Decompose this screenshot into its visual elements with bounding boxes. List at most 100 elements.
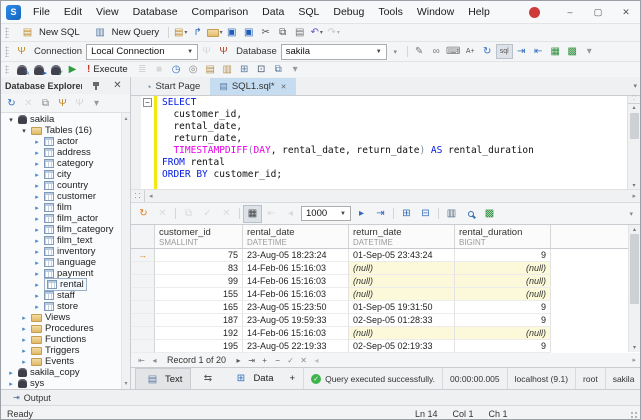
post-edit-icon[interactable]: ✓ — [284, 354, 297, 367]
scroll-left-icon[interactable]: ◂ — [310, 354, 323, 367]
delete-record-icon[interactable]: − — [271, 354, 284, 367]
row-header[interactable] — [131, 327, 155, 340]
format-sql-icon[interactable]: sql — [496, 44, 513, 59]
cell-rental_duration[interactable]: (null) — [455, 327, 551, 340]
splitter-handle[interactable]: ⸬ — [131, 190, 145, 202]
row-header[interactable] — [131, 288, 155, 301]
menu-view[interactable]: View — [89, 1, 126, 23]
column-header-rental_duration[interactable]: rental_durationBIGINT — [455, 225, 551, 248]
connection-select[interactable]: Local Connection ▼ — [86, 44, 198, 60]
editor-hscrollbar[interactable]: ⸬ ◂ ▸ — [131, 189, 640, 202]
menu-help[interactable]: Help — [461, 1, 497, 23]
cell-return_date[interactable]: 02-Sep-05 01:28:33 — [349, 314, 455, 327]
expand-icon[interactable]: ▸ — [20, 336, 28, 344]
duplicate-icon[interactable]: ⧉ — [37, 96, 54, 111]
snippets-icon[interactable]: ⌨ — [445, 44, 462, 59]
cell-customer_id[interactable]: 195 — [155, 340, 243, 353]
save-icon[interactable]: ▣ — [223, 25, 240, 40]
last-page-icon[interactable]: ⇥ — [371, 205, 390, 223]
cell-rental_duration[interactable]: 9 — [455, 301, 551, 314]
cell-return_date[interactable]: 02-Sep-05 02:19:33 — [349, 340, 455, 353]
cell-rental_date[interactable]: 14-Feb-06 15:16:03 — [243, 327, 349, 340]
code-line[interactable]: SELECT — [162, 97, 627, 109]
collapse-icon[interactable]: ▾ — [20, 127, 28, 135]
tab-text[interactable]: ▤ Text — [135, 368, 191, 389]
expand-icon[interactable]: ▸ — [20, 325, 28, 333]
tree-item-views[interactable]: ▸Views — [1, 312, 130, 323]
cell-rental_date[interactable]: 23-Aug-05 15:23:50 — [243, 301, 349, 314]
expand-icon[interactable]: ▸ — [33, 149, 41, 157]
code-line[interactable]: ORDER BY customer_id; — [162, 169, 627, 181]
query-profiler-icon[interactable]: ◎ — [185, 62, 202, 77]
splitter-handle[interactable]: ⸪ — [628, 96, 640, 104]
open-file-icon[interactable]: ▾ — [206, 25, 223, 40]
tab-start-page[interactable]: ◔ Start Page — [137, 78, 209, 95]
expand-icon[interactable]: ▸ — [33, 281, 41, 289]
tree-item-events[interactable]: ▸Events — [1, 356, 130, 367]
column-header-rental_date[interactable]: rental_dateDATETIME — [243, 225, 349, 248]
row-header[interactable] — [131, 301, 155, 314]
edit-comment-icon[interactable]: ✎ — [411, 44, 428, 59]
cell-rental_duration[interactable]: (null) — [455, 262, 551, 275]
expand-icon[interactable]: ▸ — [33, 270, 41, 278]
cell-customer_id[interactable]: 75 — [155, 249, 243, 262]
grid-hscroll-right-icon[interactable]: ▸ — [632, 356, 636, 364]
tree-item-sakila[interactable]: ▾sakila — [1, 114, 130, 125]
cell-rental_duration[interactable]: 9 — [455, 314, 551, 327]
expand-icon[interactable]: ▸ — [20, 314, 28, 322]
import-data-icon[interactable]: ▤ — [202, 62, 219, 77]
expand-icon[interactable]: ▸ — [33, 303, 41, 311]
tree-item-film-category[interactable]: ▸film_category — [1, 224, 130, 235]
new-sql-button[interactable]: ▤ New SQL — [13, 25, 86, 40]
minimize-button[interactable]: – — [556, 1, 584, 23]
cell-rental_duration[interactable]: 9 — [455, 340, 551, 353]
undo-icon[interactable]: ↶▾ — [308, 25, 325, 40]
tree-item-film-actor[interactable]: ▸film_actor — [1, 213, 130, 224]
copy-icon[interactable]: ⧉ — [274, 25, 291, 40]
cell-rental_date[interactable]: 23-Aug-05 18:23:24 — [243, 249, 349, 262]
pin-icon[interactable] — [87, 78, 104, 93]
cell-rental_date[interactable]: 14-Feb-06 15:16:03 — [243, 288, 349, 301]
tree-item-rental[interactable]: ▸rental — [1, 279, 130, 290]
tree-item-store[interactable]: ▸store — [1, 301, 130, 312]
refresh-suggestions-icon[interactable]: ↻ — [479, 44, 496, 59]
card-view-icon[interactable]: ⊟ — [416, 205, 435, 223]
prev-record-icon[interactable]: ◂ — [148, 354, 161, 367]
cut-icon[interactable]: ✂ — [257, 25, 274, 40]
swap-view-button[interactable]: ⇆ — [191, 368, 224, 389]
new-query-button[interactable]: ▥ New Query — [86, 25, 166, 40]
menu-tools[interactable]: Tools — [371, 1, 410, 23]
menu-sql[interactable]: SQL — [291, 1, 326, 23]
validate-script-icon[interactable]: ✓ — [47, 62, 64, 77]
expand-icon[interactable]: ▸ — [33, 237, 41, 245]
cell-customer_id[interactable]: 155 — [155, 288, 243, 301]
cell-rental_date[interactable]: 23-Aug-05 19:59:33 — [243, 314, 349, 327]
cell-customer_id[interactable]: 83 — [155, 262, 243, 275]
expand-icon[interactable]: ▸ — [7, 369, 15, 377]
tab-sql1[interactable]: ▤ SQL1.sql* ✕ — [210, 78, 295, 95]
last-record-icon[interactable]: ⇥ — [245, 354, 258, 367]
disconnect-icon[interactable]: Ψ — [215, 44, 232, 59]
tree-item-address[interactable]: ▸address — [1, 147, 130, 158]
cell-return_date[interactable]: 01-Sep-05 23:43:24 — [349, 249, 455, 262]
tree-item-city[interactable]: ▸city — [1, 169, 130, 180]
cell-customer_id[interactable]: 187 — [155, 314, 243, 327]
results-overflow-icon[interactable]: ▾ — [629, 210, 637, 218]
new-table-icon[interactable]: ▦ — [547, 44, 564, 59]
grid-view-icon[interactable]: ⊞ — [397, 205, 416, 223]
menu-window[interactable]: Window — [410, 1, 461, 23]
menu-edit[interactable]: Edit — [57, 1, 89, 23]
generate-script-icon[interactable]: ▸ — [30, 62, 47, 77]
code-line[interactable]: rental_date, — [162, 121, 627, 133]
tab-data[interactable]: ⊞ Data — [224, 368, 281, 389]
expand-icon[interactable]: ▸ — [20, 358, 28, 366]
paginal-mode-icon[interactable]: ▦ — [243, 205, 262, 223]
expand-icon[interactable]: ▸ — [20, 347, 28, 355]
indent-icon[interactable]: ⇥ — [513, 44, 530, 59]
cell-return_date[interactable]: (null) — [349, 327, 455, 340]
uppercase-icon[interactable]: A+ — [462, 44, 479, 59]
new-document-icon[interactable]: ▤▾ — [172, 25, 189, 40]
refresh-icon[interactable]: ↻ — [134, 205, 153, 223]
grid-vscrollbar[interactable]: ▴ ▾ — [628, 225, 640, 352]
code-line[interactable]: FROM rental — [162, 157, 627, 169]
